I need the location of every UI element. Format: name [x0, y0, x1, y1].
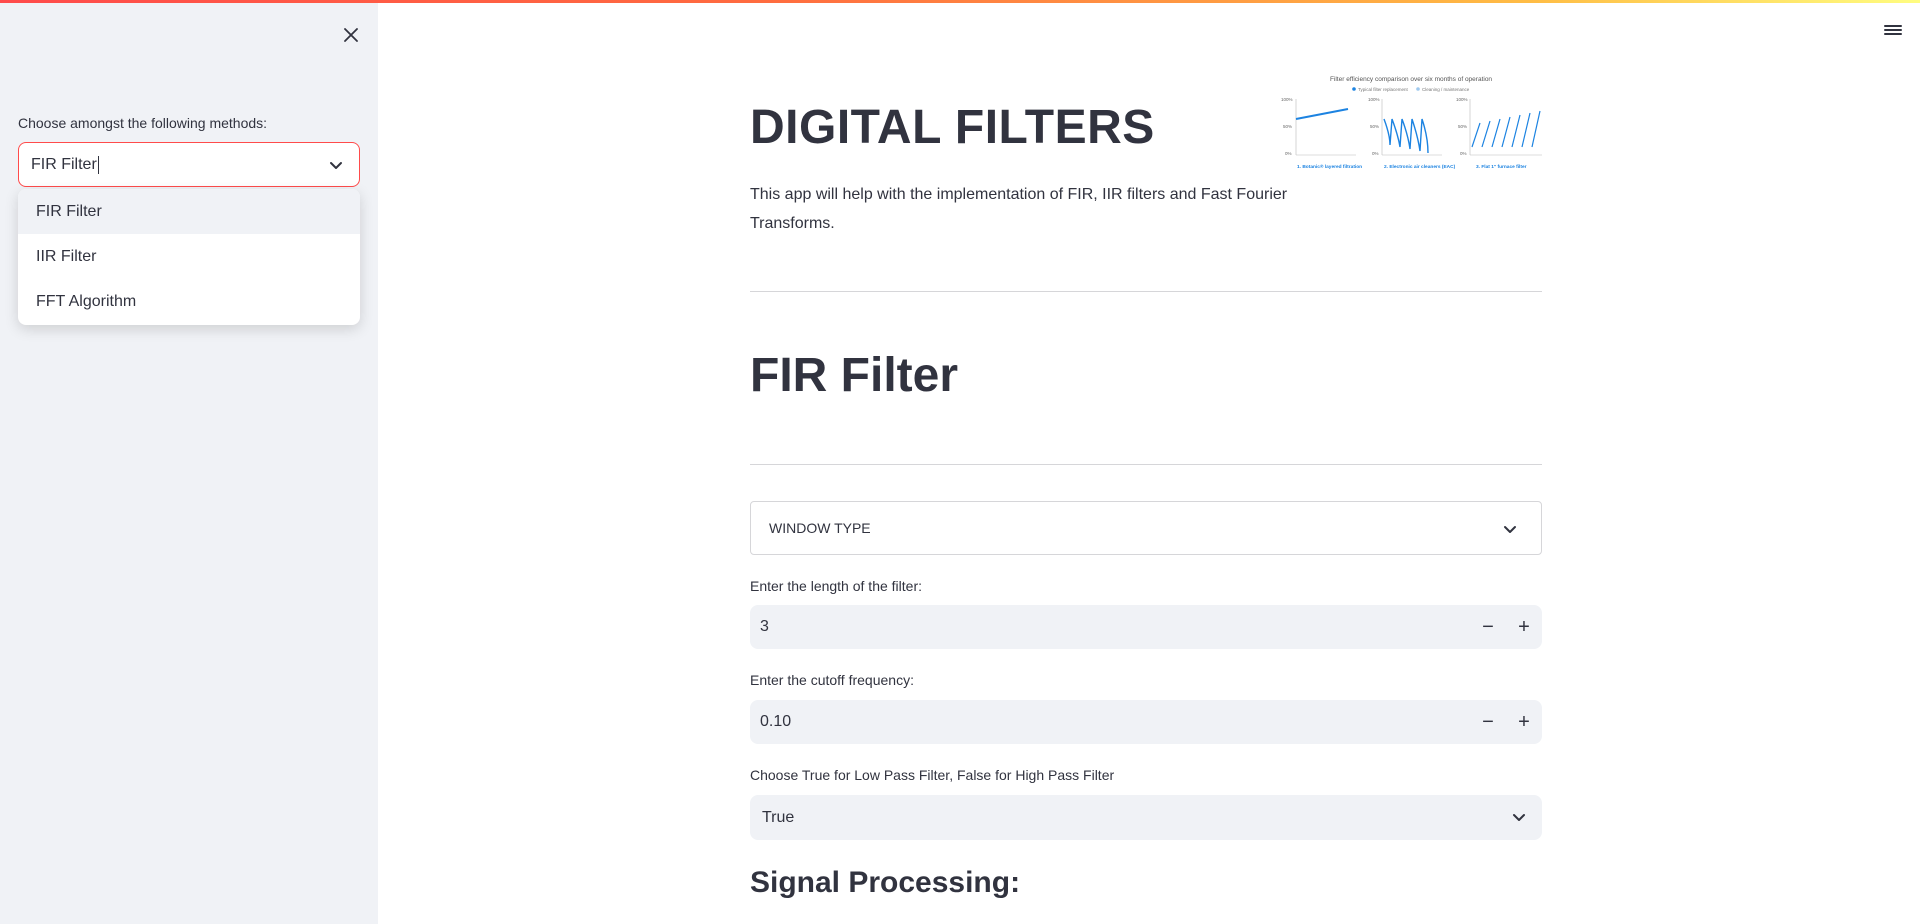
panel3-ytick-50: 50%: [1458, 124, 1467, 129]
page-title: DIGITAL FILTERS: [750, 101, 1155, 154]
chevron-down-icon[interactable]: [1510, 808, 1528, 826]
panel3-ytick-100: 100%: [1456, 97, 1468, 102]
thumbnail-title: Filter efficiency comparison over six mo…: [1330, 76, 1492, 83]
filter-pass-value[interactable]: True: [762, 809, 794, 827]
signal-processing-heading: Signal Processing:: [750, 866, 1021, 899]
filter-efficiency-thumbnail: Filter efficiency comparison over six mo…: [1281, 76, 1542, 170]
increment-button[interactable]: +: [1506, 605, 1542, 649]
text-caret: [97, 155, 99, 174]
method-select-value[interactable]: FIR Filter: [31, 156, 97, 174]
divider: [750, 464, 1542, 465]
close-sidebar-button[interactable]: [339, 23, 363, 47]
panel1-ytick-0: 0%: [1285, 151, 1292, 156]
panel2-ytick-0: 0%: [1372, 151, 1379, 156]
panel3-label: 3. Flat 1" furnace filter: [1476, 164, 1527, 170]
filter-pass-label: Choose True for Low Pass Filter, False f…: [750, 767, 1115, 783]
cutoff-frequency-label: Enter the cutoff frequency:: [750, 672, 914, 688]
increment-button[interactable]: +: [1506, 700, 1542, 744]
cutoff-frequency-value[interactable]: 0.10: [760, 713, 1542, 731]
main-menu-button[interactable]: [1882, 20, 1904, 40]
option-fir-filter[interactable]: FIR Filter: [18, 189, 360, 234]
panel2-ytick-50: 50%: [1370, 124, 1379, 129]
thumbnail-legend-1: Typical filter replacement: [1358, 87, 1409, 92]
panel1-ytick-100: 100%: [1281, 97, 1293, 102]
method-select-label: Choose amongst the following methods:: [18, 115, 268, 131]
panel1-ytick-50: 50%: [1283, 124, 1292, 129]
filter-length-value[interactable]: 3: [760, 618, 1542, 636]
window-type-select[interactable]: WINDOW TYPE: [750, 501, 1542, 555]
option-fft-algorithm[interactable]: FFT Algorithm: [18, 279, 360, 324]
panel1-label: 1. Botanic® layered filtration: [1297, 163, 1362, 170]
decrement-button[interactable]: −: [1470, 700, 1506, 744]
panel2-ytick-100: 100%: [1368, 97, 1380, 102]
section-title: FIR Filter: [750, 349, 959, 402]
divider: [750, 291, 1542, 292]
chevron-down-icon[interactable]: [1501, 520, 1519, 538]
method-select[interactable]: FIR Filter: [18, 142, 360, 187]
decrement-button[interactable]: −: [1470, 605, 1506, 649]
intro-text: This app will help with the implementati…: [750, 186, 1288, 232]
chevron-down-icon[interactable]: [327, 156, 345, 174]
filter-length-input[interactable]: 3 − +: [750, 605, 1542, 649]
method-dropdown-menu: FIR Filter IIR Filter FFT Algorithm: [18, 189, 360, 325]
close-icon: [344, 28, 358, 42]
filter-pass-select[interactable]: True: [750, 795, 1542, 840]
panel3-ytick-0: 0%: [1460, 151, 1467, 156]
thumbnail-legend-2: Cleaning / maintenance: [1422, 87, 1470, 92]
hamburger-menu-icon: [1884, 25, 1902, 35]
option-iir-filter[interactable]: IIR Filter: [18, 234, 360, 279]
panel2-label: 2. Electronic air cleaners (EAC): [1384, 164, 1456, 170]
window-type-label[interactable]: WINDOW TYPE: [769, 520, 871, 536]
cutoff-frequency-input[interactable]: 0.10 − +: [750, 700, 1542, 744]
filter-length-label: Enter the length of the filter:: [750, 578, 922, 594]
